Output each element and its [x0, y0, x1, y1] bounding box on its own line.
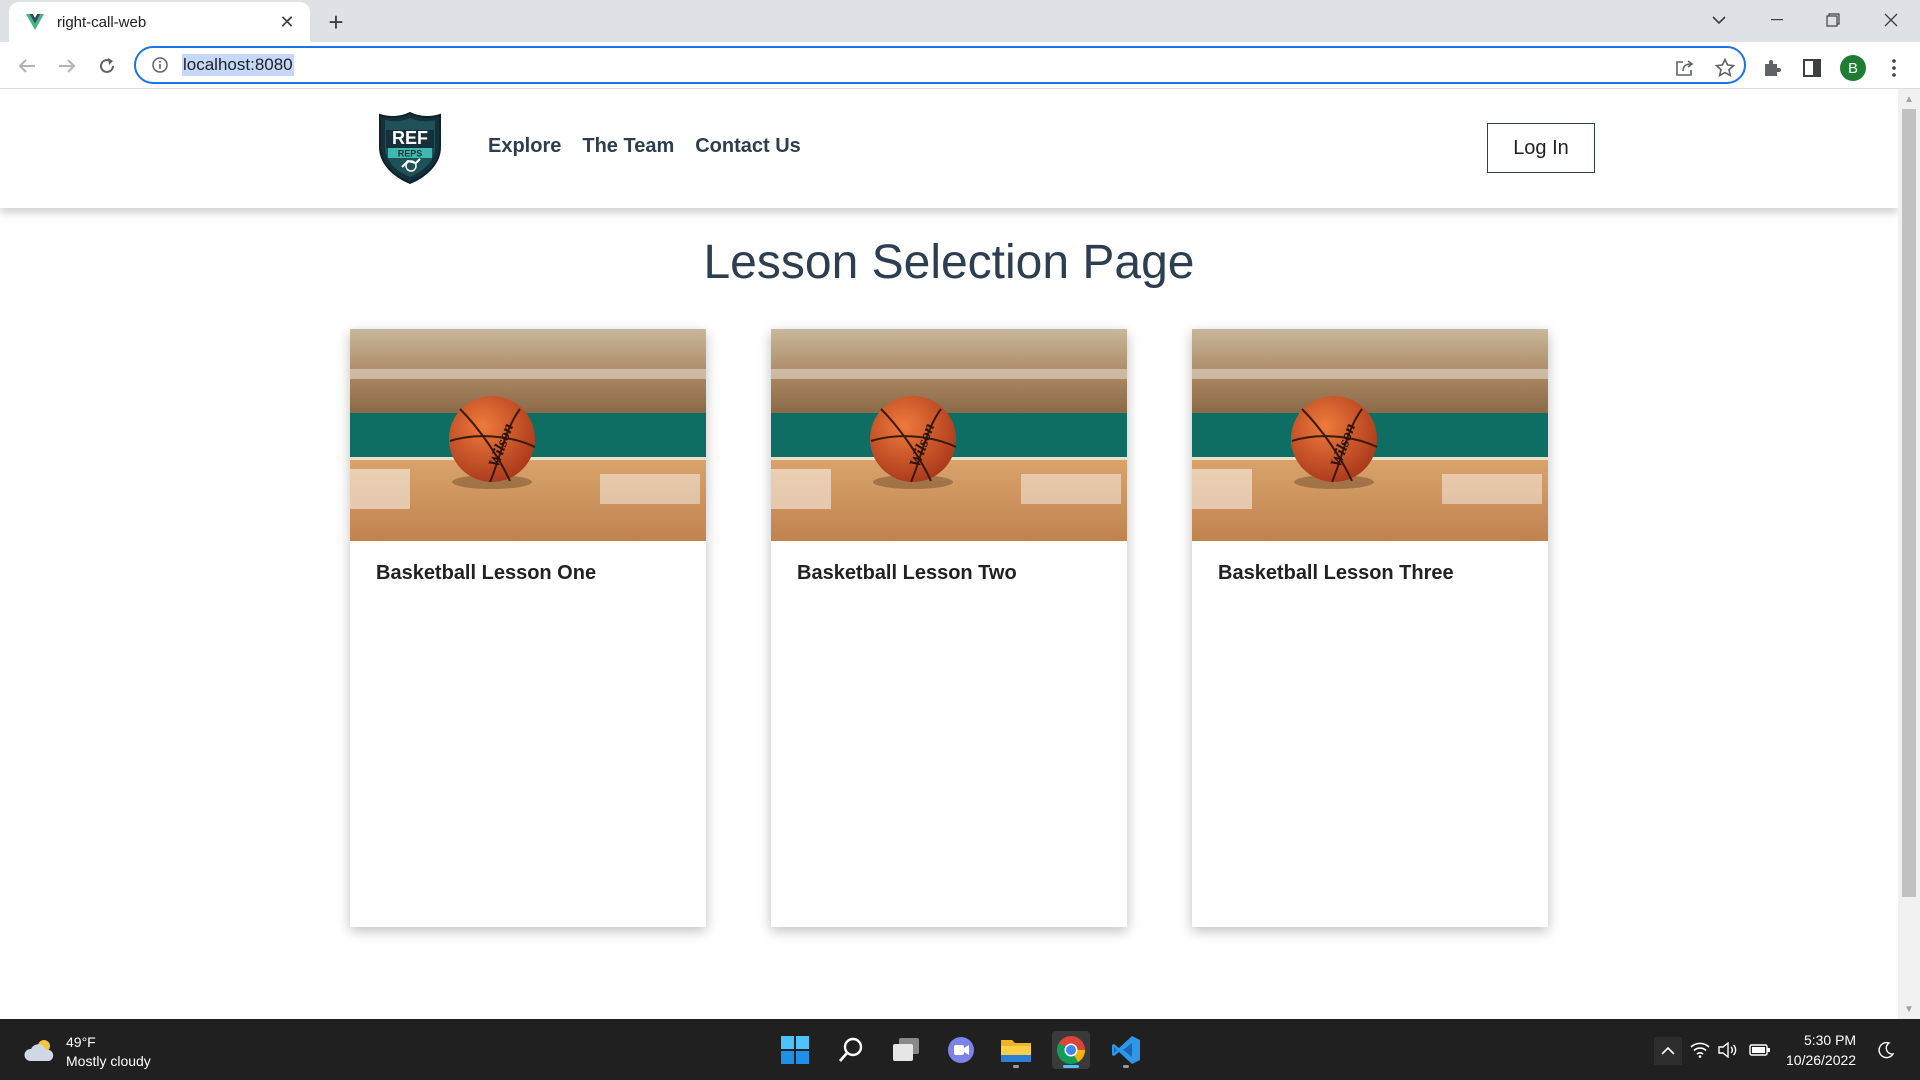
vue-favicon-icon [25, 12, 45, 32]
close-window-button[interactable] [1866, 0, 1916, 40]
address-bar[interactable]: localhost:8080 [134, 46, 1746, 84]
clock-date: 10/26/2022 [1786, 1052, 1857, 1068]
wifi-icon[interactable] [1688, 1038, 1712, 1062]
vscode-icon[interactable] [1107, 1031, 1145, 1069]
tab-title: right-call-web [57, 13, 147, 31]
page-viewport: REF REPS Explore The Team Contact Us Log… [0, 89, 1898, 1019]
nav-link-contact-us[interactable]: Contact Us [695, 135, 801, 158]
logo-text-ref: REF [392, 128, 428, 148]
basketball-court-image: Wilson [1192, 329, 1548, 541]
weather-widget[interactable]: 49°F Mostly cloudy [24, 1033, 151, 1071]
lesson-title: Basketball Lesson Two [797, 562, 1017, 584]
back-button[interactable] [11, 50, 43, 82]
page-scrollbar[interactable]: ▲ ▼ [1898, 89, 1920, 1019]
tab-close-icon[interactable]: ✕ [276, 11, 298, 33]
scrollbar-thumb[interactable] [1902, 109, 1916, 897]
site-info-icon[interactable] [150, 55, 170, 75]
avatar: B [1840, 55, 1866, 81]
tab-search-chevron-icon[interactable] [1694, 0, 1744, 40]
chrome-icon[interactable] [1052, 1031, 1090, 1069]
search-icon[interactable] [832, 1031, 870, 1069]
side-panel-icon[interactable] [1798, 54, 1826, 82]
battery-icon[interactable] [1748, 1038, 1772, 1062]
app-running-indicator [1123, 1065, 1129, 1068]
scroll-up-arrow-icon[interactable]: ▲ [1903, 93, 1915, 105]
lesson-card[interactable]: Wilson Basketball Lesson Three [1192, 329, 1548, 927]
scroll-down-arrow-icon[interactable]: ▼ [1903, 1003, 1915, 1015]
windows-taskbar: 49°F Mostly cloudy 5:30 PM 10/26/2022 [0, 1019, 1920, 1080]
profile-avatar[interactable]: B [1839, 54, 1867, 82]
system-clock[interactable]: 5:30 PM 10/26/2022 [1786, 1030, 1856, 1070]
basketball-court-image: Wilson [350, 329, 706, 541]
teams-chat-icon[interactable] [942, 1031, 980, 1069]
lesson-title: Basketball Lesson Three [1218, 562, 1454, 584]
cloudy-weather-icon [24, 1037, 56, 1068]
extensions-puzzle-icon[interactable] [1758, 54, 1786, 82]
site-nav: Explore The Team Contact Us [488, 135, 801, 158]
weather-temp: 49°F [66, 1034, 96, 1050]
lesson-card[interactable]: Wilson Basketball Lesson Two [771, 329, 1127, 927]
weather-desc: Mostly cloudy [66, 1053, 151, 1069]
site-header: REF REPS Explore The Team Contact Us Log… [0, 89, 1898, 208]
browser-tab-strip: right-call-web ✕ + [0, 0, 1920, 42]
reload-button[interactable] [91, 50, 123, 82]
forward-button[interactable] [51, 50, 83, 82]
lesson-title: Basketball Lesson One [376, 562, 597, 584]
ref-reps-logo[interactable]: REF REPS [378, 111, 442, 185]
volume-icon[interactable] [1716, 1038, 1740, 1062]
page-title: Lesson Selection Page [703, 236, 1195, 289]
task-view-icon[interactable] [887, 1031, 925, 1069]
url-text[interactable]: localhost:8080 [182, 54, 294, 76]
show-hidden-icons-chevron-icon[interactable] [1654, 1037, 1682, 1065]
lesson-card[interactable]: Wilson Basketball Lesson One [350, 329, 706, 927]
logo-text-reps: REPS [398, 149, 423, 159]
share-icon[interactable] [1673, 56, 1697, 80]
minimize-button[interactable] [1752, 0, 1802, 40]
new-tab-button[interactable]: + [322, 7, 350, 37]
app-active-indicator [1063, 1065, 1079, 1068]
bookmark-star-icon[interactable] [1713, 56, 1737, 80]
app-running-indicator [1013, 1065, 1019, 1068]
file-explorer-icon[interactable] [997, 1031, 1035, 1069]
clock-time: 5:30 PM [1803, 1032, 1857, 1048]
nav-link-the-team[interactable]: The Team [582, 135, 674, 158]
basketball-court-image: Wilson [771, 329, 1127, 541]
nav-link-explore[interactable]: Explore [488, 135, 561, 158]
start-windows-icon[interactable] [776, 1031, 814, 1069]
browser-menu-icon[interactable] [1880, 54, 1908, 82]
focus-moon-icon[interactable] [1874, 1038, 1898, 1062]
login-button[interactable]: Log In [1487, 123, 1595, 173]
browser-tab[interactable]: right-call-web ✕ [9, 2, 310, 42]
browser-toolbar: localhost:8080 [0, 42, 1920, 89]
restore-button[interactable] [1808, 0, 1858, 40]
